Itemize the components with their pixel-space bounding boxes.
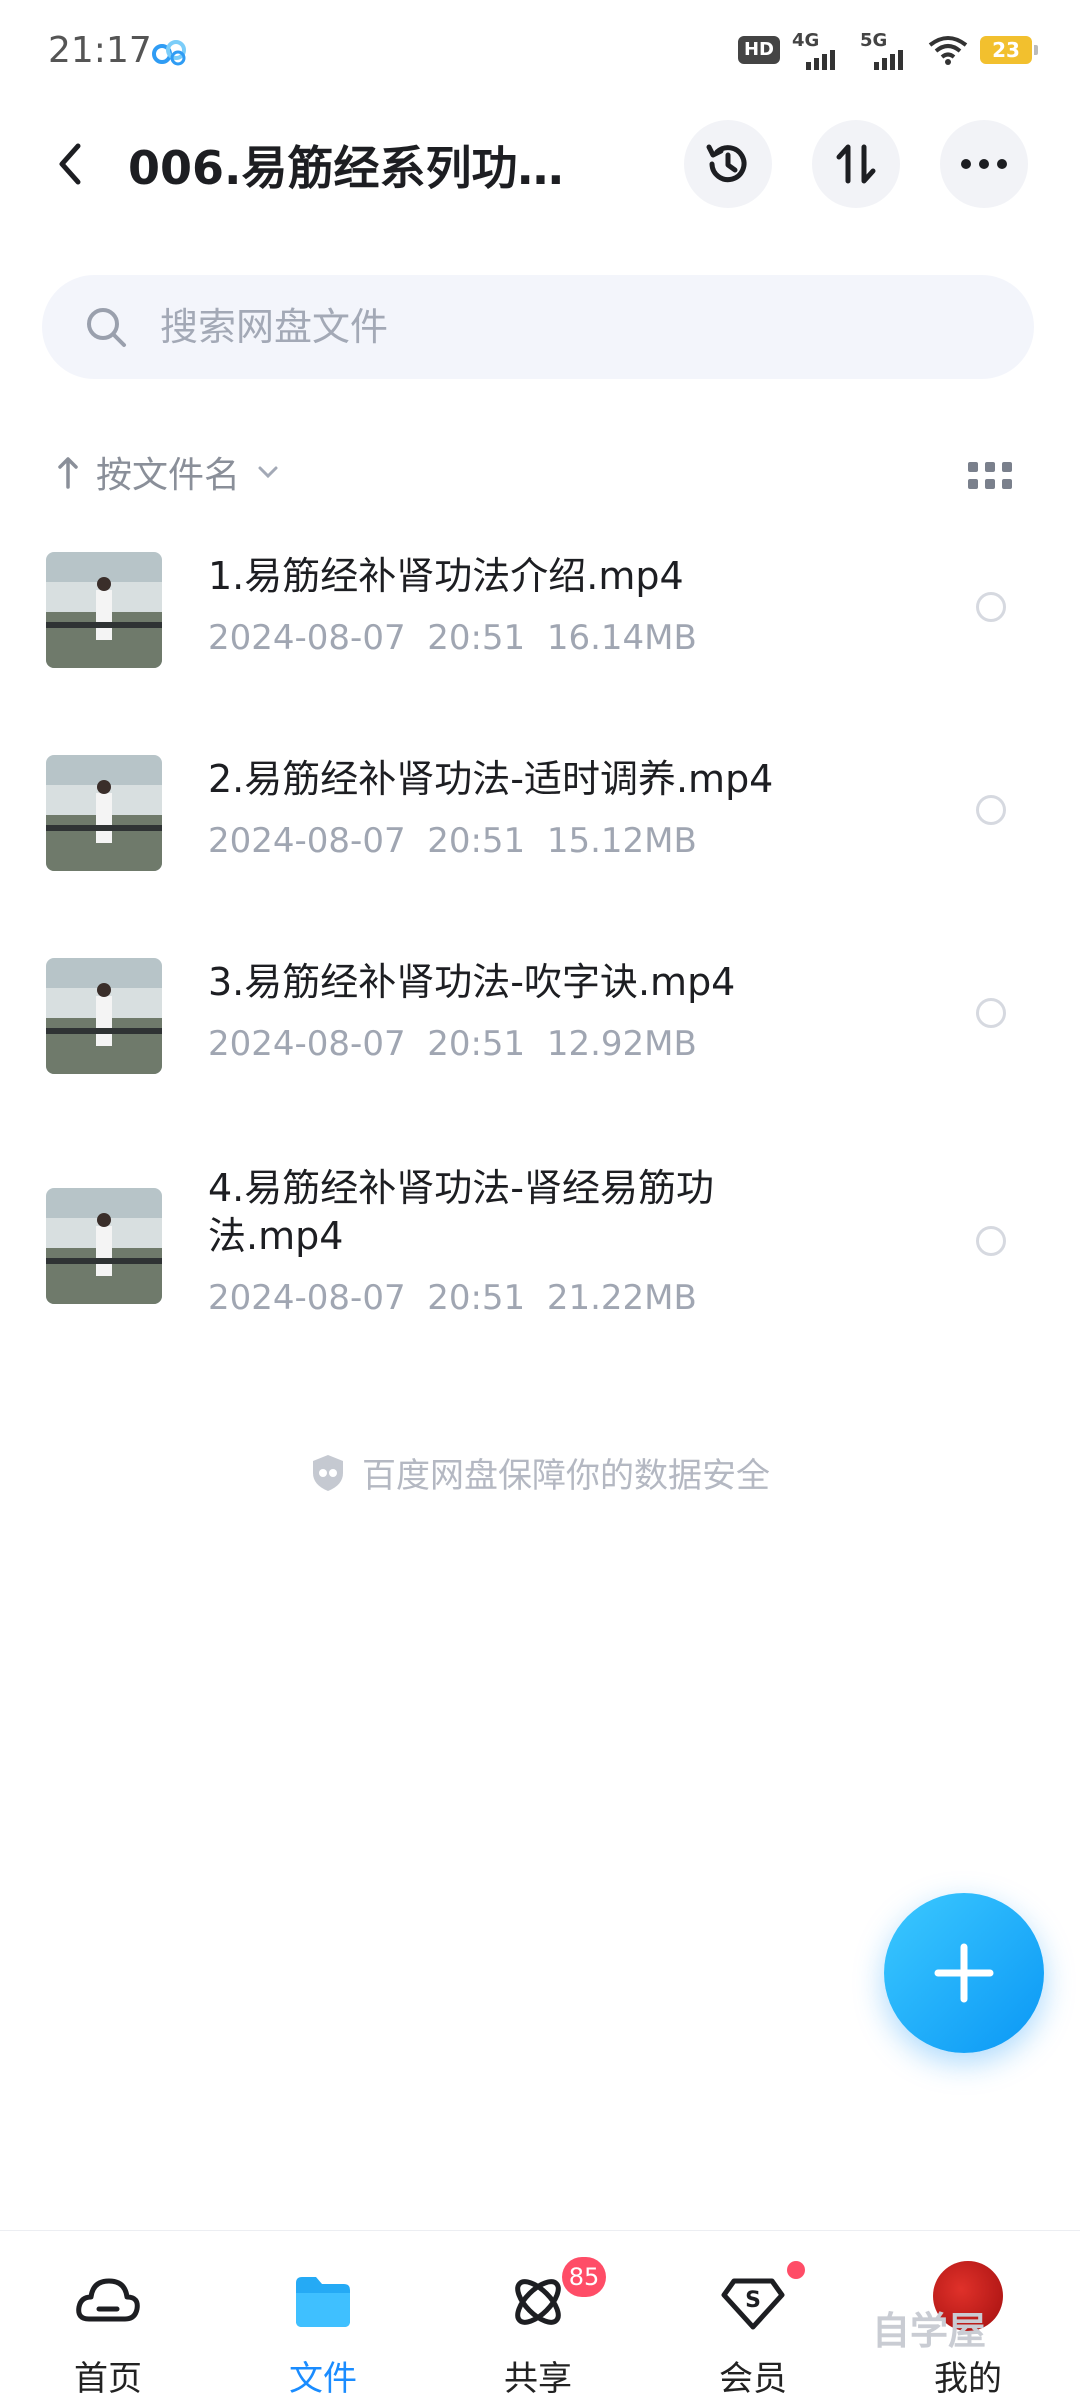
- select-radio[interactable]: [976, 592, 1006, 622]
- select-radio[interactable]: [976, 998, 1006, 1028]
- search-icon: [87, 308, 126, 347]
- grid-view-icon[interactable]: [968, 462, 1012, 492]
- folder-icon: [296, 2277, 350, 2327]
- list-item[interactable]: 1.易筋经补肾功法介绍.mp4 2024-08-07 20:51 16.14MB: [0, 540, 1080, 720]
- video-thumbnail: [46, 755, 162, 871]
- list-item[interactable]: 3.易筋经补肾功法-吹字诀.mp4 2024-08-07 20:51 12.92…: [0, 946, 1080, 1126]
- watermark: 自学屋: [872, 2309, 987, 2353]
- chevron-down-icon: [258, 466, 278, 479]
- vip-notification-dot: [787, 2261, 805, 2279]
- shield-icon: [313, 1454, 343, 1491]
- battery-indicator: 23: [980, 36, 1038, 64]
- safety-notice: 百度网盘保障你的数据安全: [0, 1448, 1080, 1497]
- file-meta: 2024-08-07 20:51 15.12MB: [208, 821, 697, 861]
- select-radio[interactable]: [976, 795, 1006, 825]
- file-date: 2024-08-07 20:51: [208, 1024, 526, 1064]
- video-thumbnail: [46, 552, 162, 668]
- status-icons: HD 4G 5G 23: [738, 30, 1038, 70]
- file-name: 2.易筋经补肾功法-适时调养.mp4: [208, 757, 774, 801]
- page-title: 006.易筋经系列功…: [128, 141, 564, 195]
- svg-text:S: S: [745, 2288, 761, 2313]
- transfer-button[interactable]: [812, 120, 900, 208]
- vip-diamond-icon: S: [721, 2278, 785, 2330]
- file-date: 2024-08-07 20:51: [208, 1278, 526, 1318]
- nav-files[interactable]: 文件: [233, 2231, 413, 2401]
- home-cloud-icon: [76, 2278, 140, 2322]
- search-bar[interactable]: [42, 275, 1034, 379]
- network-label-5g: 5G: [860, 30, 888, 51]
- file-meta: 2024-08-07 20:51 12.92MB: [208, 1024, 697, 1064]
- nav-label-share: 共享: [504, 2359, 572, 2399]
- nav-home[interactable]: 首页: [18, 2231, 198, 2401]
- nav-label-files: 文件: [289, 2359, 357, 2399]
- network-label-4g: 4G: [792, 30, 820, 51]
- wifi-icon: [928, 36, 968, 65]
- search-input[interactable]: [158, 304, 962, 350]
- file-size: 12.92MB: [546, 1024, 697, 1064]
- file-size: 15.12MB: [546, 821, 697, 861]
- history-button[interactable]: [684, 120, 772, 208]
- select-radio[interactable]: [976, 1226, 1006, 1256]
- nav-label-mine: 我的: [934, 2359, 1002, 2399]
- file-meta: 2024-08-07 20:51 21.22MB: [208, 1278, 697, 1318]
- list-item[interactable]: 4.易筋经补肾功法-肾经易筋功法.mp4 2024-08-07 20:51 21…: [0, 1150, 1080, 1370]
- add-button[interactable]: [884, 1893, 1044, 2053]
- status-time: 21:17: [48, 30, 152, 71]
- signal-4g-icon: 4G: [792, 30, 848, 70]
- sort-selector[interactable]: 按文件名: [56, 446, 280, 498]
- plus-icon: [934, 1943, 994, 2003]
- back-arrow-icon[interactable]: [48, 140, 96, 188]
- file-size: 16.14MB: [546, 618, 697, 658]
- file-name: 3.易筋经补肾功法-吹字诀.mp4: [208, 960, 736, 1004]
- nav-vip[interactable]: S 会员: [663, 2231, 843, 2401]
- file-name: 4.易筋经补肾功法-肾经易筋功法.mp4: [208, 1166, 714, 1258]
- list-item[interactable]: 2.易筋经补肾功法-适时调养.mp4 2024-08-07 20:51 15.1…: [0, 743, 1080, 923]
- hd-icon: HD: [738, 36, 780, 64]
- history-clock-icon: [706, 144, 747, 183]
- more-dots-icon: [961, 159, 1007, 169]
- file-date: 2024-08-07 20:51: [208, 618, 526, 658]
- safety-text: 百度网盘保障你的数据安全: [362, 1456, 770, 1496]
- file-meta: 2024-08-07 20:51 16.14MB: [208, 618, 697, 658]
- more-button[interactable]: [940, 120, 1028, 208]
- nav-share[interactable]: 85 共享: [448, 2231, 628, 2401]
- file-date: 2024-08-07 20:51: [208, 821, 526, 861]
- share-badge: 85: [562, 2257, 606, 2297]
- file-size: 21.22MB: [546, 1278, 697, 1318]
- transfer-arrows-icon: [836, 144, 876, 184]
- nav-label-home: 首页: [74, 2359, 142, 2399]
- baidu-cloud-icon: [152, 40, 186, 66]
- nav-label-vip: 会员: [719, 2359, 787, 2399]
- video-thumbnail: [46, 1188, 162, 1304]
- file-name: 1.易筋经补肾功法介绍.mp4: [208, 554, 684, 598]
- sort-ascending-icon: [58, 457, 78, 489]
- signal-5g-icon: 5G: [860, 30, 916, 70]
- sort-label: 按文件名: [96, 455, 241, 496]
- video-thumbnail: [46, 958, 162, 1074]
